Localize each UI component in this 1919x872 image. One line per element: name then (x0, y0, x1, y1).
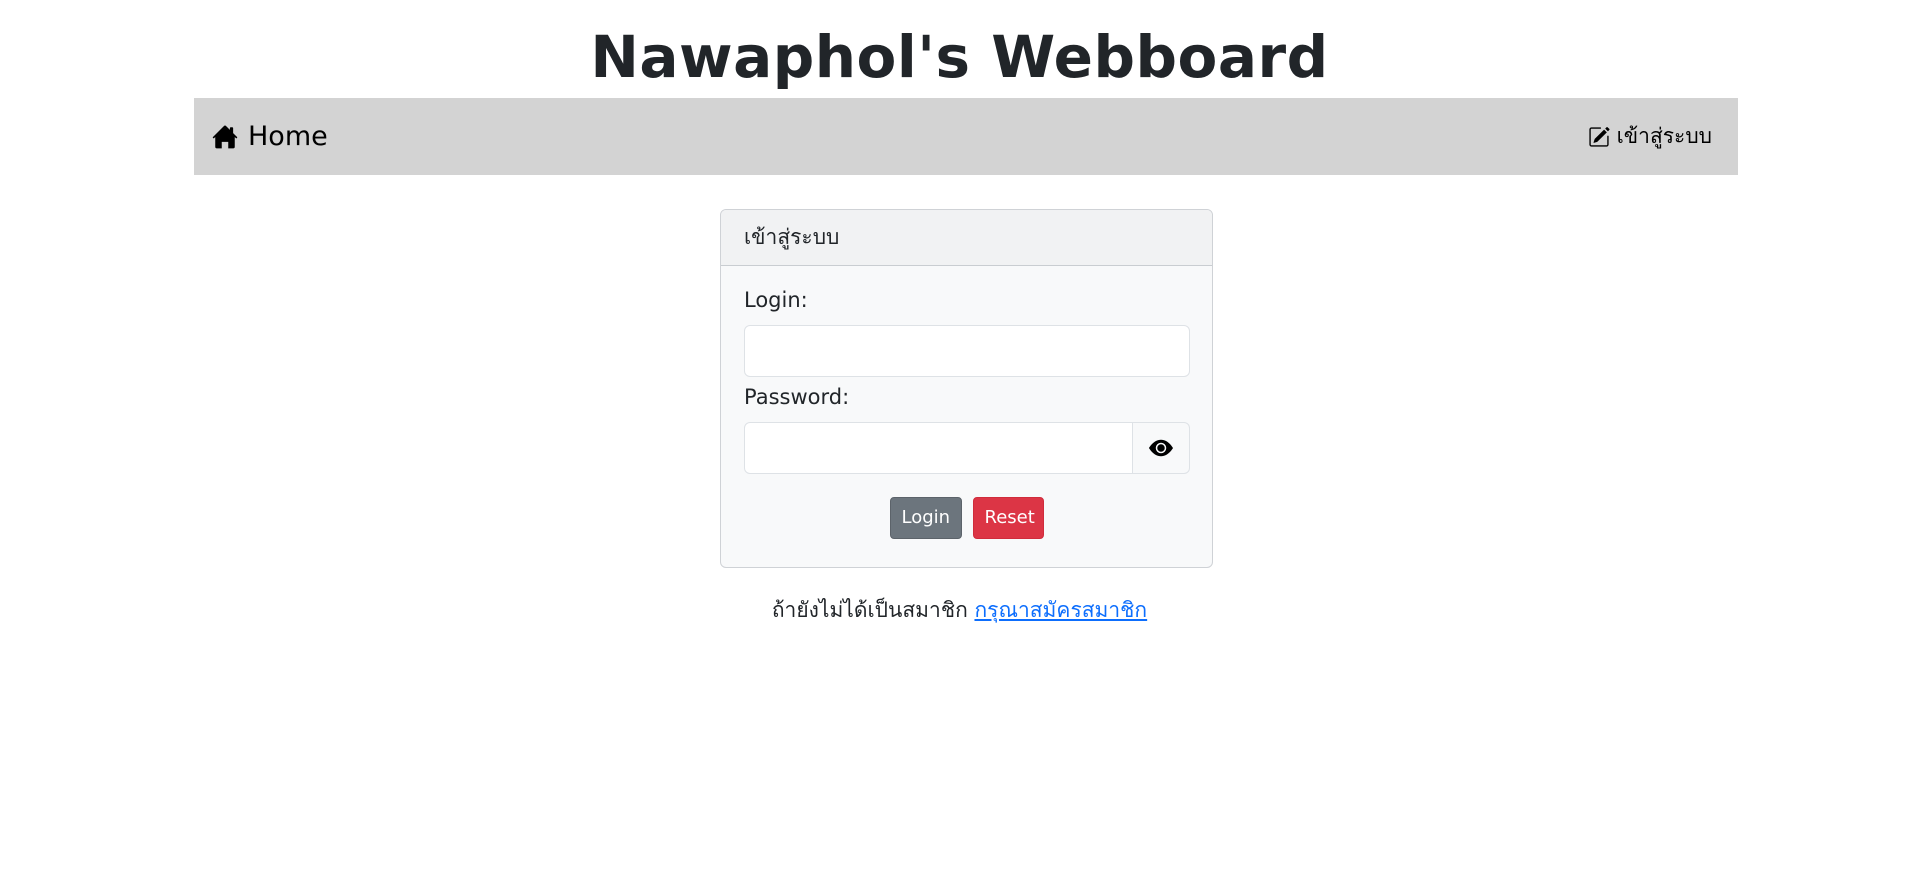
eye-icon (1149, 436, 1173, 460)
top-navbar: Home เข้าสู่ระบบ (194, 98, 1738, 175)
nav-login-link[interactable]: เข้าสู่ระบบ (1588, 120, 1712, 153)
nav-home-link[interactable]: Home (212, 121, 328, 152)
password-input-group (744, 422, 1190, 474)
register-link[interactable]: กรุณาสมัครสมาชิก (974, 598, 1147, 622)
login-actions: Login Reset (744, 497, 1189, 539)
nav-login-label: เข้าสู่ระบบ (1616, 124, 1712, 148)
login-button[interactable]: Login (889, 497, 962, 539)
page-title: Nawaphol's Webboard (590, 23, 1329, 91)
pencil-square-icon (1588, 126, 1610, 148)
reset-button[interactable]: Reset (972, 497, 1044, 539)
login-card-body: Login: Password: Login Reset (721, 266, 1212, 539)
login-field-label: Login: (744, 288, 808, 312)
nav-home-label: Home (248, 121, 328, 152)
password-input[interactable] (744, 422, 1133, 474)
register-prompt-text: ถ้ายังไม่ได้เป็นสมาชิก (771, 598, 968, 622)
house-icon (212, 124, 238, 150)
register-prompt: ถ้ายังไม่ได้เป็นสมาชิก กรุณาสมัครสมาชิก (0, 594, 1919, 627)
login-card: เข้าสู่ระบบ Login: Password: Login Reset (720, 209, 1213, 568)
toggle-password-button[interactable] (1133, 422, 1190, 474)
password-field-label: Password: (744, 385, 850, 409)
login-card-header: เข้าสู่ระบบ (721, 210, 1212, 266)
login-input[interactable] (744, 325, 1190, 377)
